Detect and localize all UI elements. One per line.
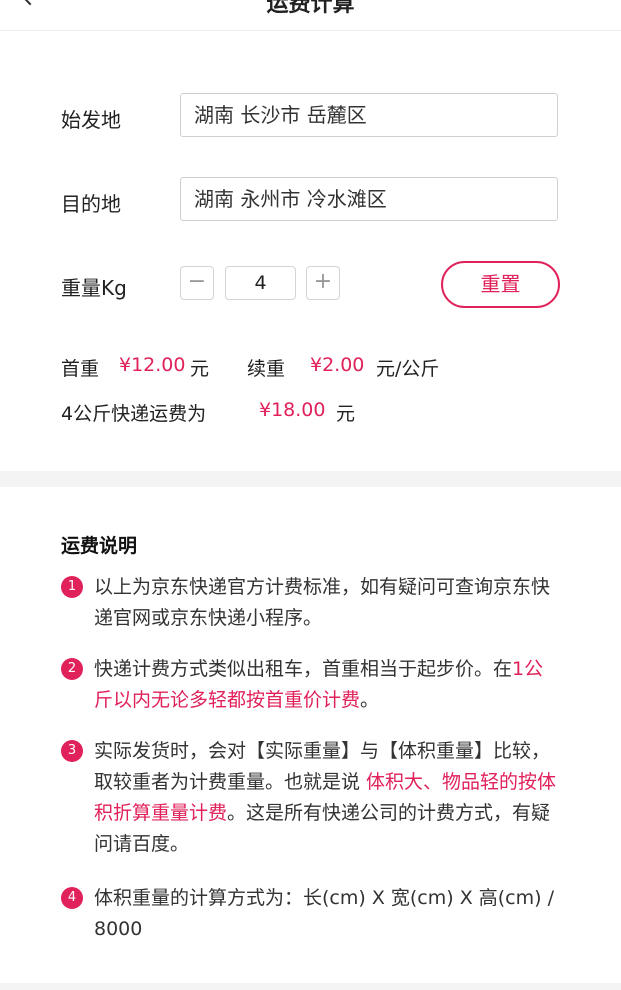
calculator-card: 始发地 湖南 长沙市 岳麓区 目的地 湖南 永州市 冷水滩区 重量Kg − 4 … (0, 31, 621, 471)
number-badge: 2 (61, 658, 83, 680)
number-badge: 3 (61, 740, 83, 762)
note-item: 3 实际发货时，会对【实际重量】与【体积重量】比较，取较重者为计费重量。也就是说… (61, 736, 561, 860)
total-price: ¥18.00 (259, 399, 326, 421)
nav-header: 运费计算 (0, 0, 621, 31)
first-weight-price: ¥12.00 (119, 354, 186, 376)
continued-weight-label: 续重 (247, 358, 286, 380)
minus-button[interactable]: − (180, 266, 214, 300)
number-badge: 1 (61, 576, 83, 598)
page-title: 运费计算 (266, 0, 355, 17)
note-item: 2 快递计费方式类似出租车，首重相当于起步价。在1公斤以内无论多轻都按首重价计费… (61, 654, 561, 716)
first-weight-unit: 元 (190, 358, 210, 380)
destination-field[interactable]: 湖南 永州市 冷水滩区 (180, 177, 558, 221)
note-text: 快递计费方式类似出租车，首重相当于起步价。在1公斤以内无论多轻都按首重价计费。 (94, 658, 544, 711)
notes-title: 运费说明 (61, 535, 138, 557)
quantity-input[interactable]: 4 (225, 266, 296, 300)
note-item: 1 以上为京东快递官方计费标准，如有疑问可查询京东快递官网或京东快递小程序。 (61, 572, 561, 634)
continued-weight-unit: 元/公斤 (376, 358, 440, 380)
reset-button[interactable]: 重置 (441, 261, 560, 308)
weight-label: 重量Kg (61, 276, 127, 300)
origin-label: 始发地 (61, 108, 121, 132)
total-label: 4公斤快递运费为 (61, 403, 207, 425)
first-weight-label: 首重 (61, 358, 100, 380)
continued-weight-price: ¥2.00 (310, 354, 365, 376)
total-unit: 元 (336, 403, 356, 425)
plus-button[interactable]: + (306, 266, 340, 300)
notes-card: 运费说明 1 以上为京东快递官方计费标准，如有疑问可查询京东快递官网或京东快递小… (0, 487, 621, 983)
destination-label: 目的地 (61, 192, 121, 216)
origin-field[interactable]: 湖南 长沙市 岳麓区 (180, 93, 558, 137)
note-text: 以上为京东快递官方计费标准，如有疑问可查询京东快递官网或京东快递小程序。 (94, 576, 551, 629)
number-badge: 4 (61, 887, 83, 909)
note-item: 4 体积重量的计算方式为：长(cm) X 宽(cm) X 高(cm) / 800… (61, 883, 561, 945)
note-text: 实际发货时，会对【实际重量】与【体积重量】比较，取较重者为计费重量。也就是说 体… (94, 740, 557, 855)
note-text: 体积重量的计算方式为：长(cm) X 宽(cm) X 高(cm) / 8000 (94, 887, 554, 940)
